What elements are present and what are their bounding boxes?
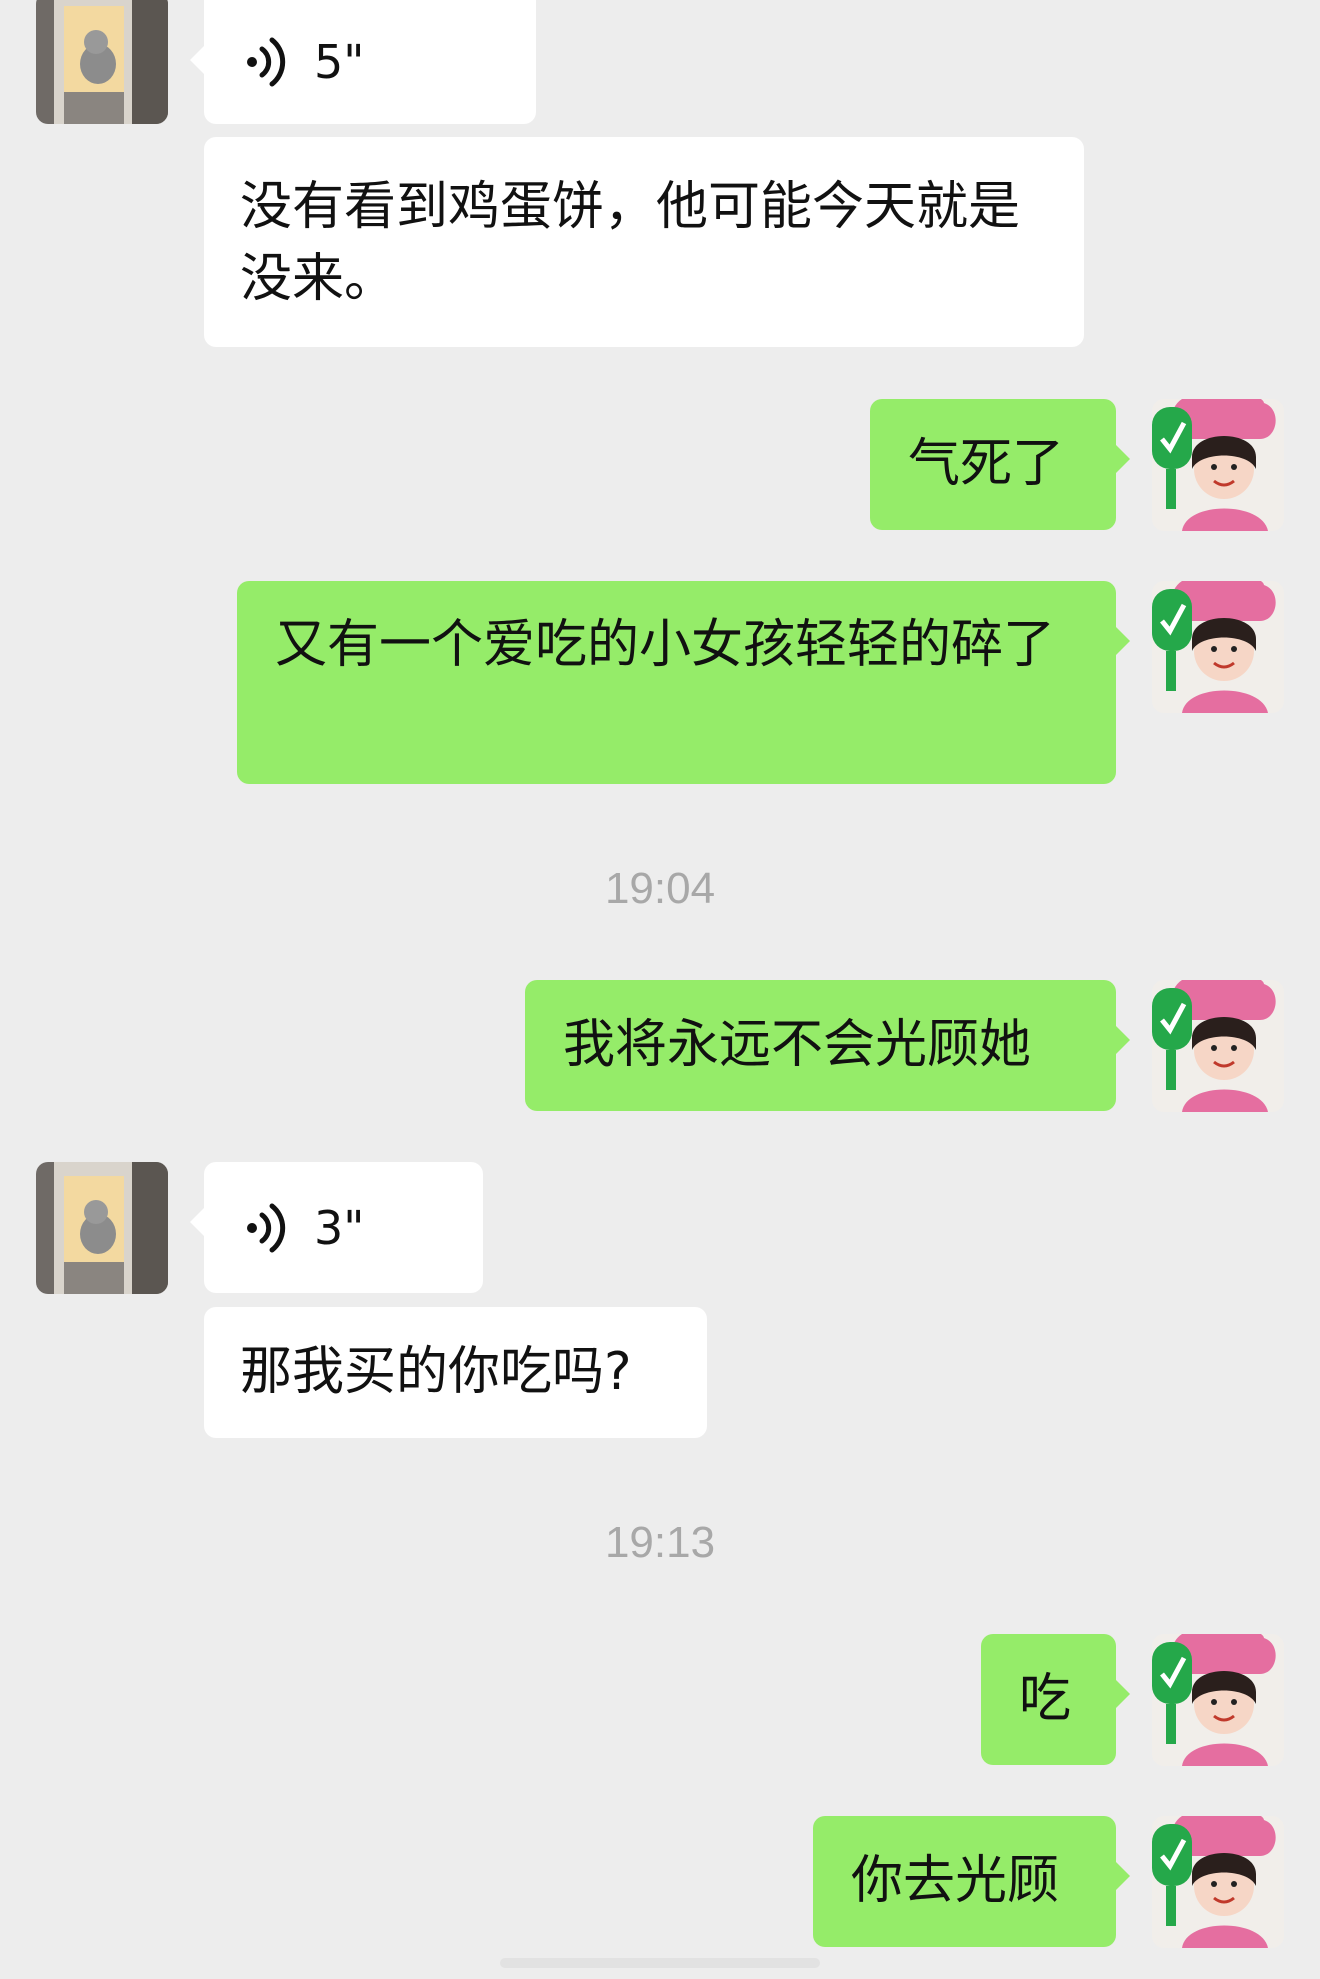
- chef-girl-avatar: [1152, 980, 1284, 1112]
- cat-photo-avatar: [36, 0, 168, 124]
- voice-message: 3": [204, 1162, 483, 1293]
- own-avatar[interactable]: [1152, 1816, 1284, 1948]
- chef-girl-avatar: [1152, 1634, 1284, 1766]
- message-text: 你去光顾: [851, 1851, 1060, 1911]
- timestamp: 19:13: [604, 1518, 716, 1567]
- voice-message-bubble[interactable]: 5": [190, 0, 536, 124]
- voice-duration: 3": [314, 1200, 365, 1255]
- voice-message: 5": [204, 0, 536, 124]
- message-bubble[interactable]: 气死了: [870, 399, 1130, 530]
- voice-wave-icon: [247, 1203, 286, 1252]
- own-avatar[interactable]: [1152, 980, 1284, 1112]
- chef-girl-avatar: [1152, 1816, 1284, 1948]
- chat-area[interactable]: 5" 没有看到鸡蛋饼，他可能今天就是没来。 气死了 又有一个爱吃的小女孩轻轻的碎…: [0, 0, 1320, 1979]
- message-text: 又有一个爱吃的小女孩轻轻的碎了: [275, 615, 1056, 675]
- voice-message-bubble[interactable]: 3": [190, 1162, 483, 1293]
- home-indicator[interactable]: [500, 1958, 820, 1968]
- voice-duration: 5": [314, 35, 365, 89]
- voice-wave-icon: [247, 37, 286, 87]
- message-text: 吃: [1019, 1669, 1072, 1729]
- message-bubble[interactable]: 你去光顾: [813, 1816, 1130, 1947]
- cat-photo-avatar: [36, 1162, 168, 1294]
- message-text: 那我买的你吃吗?: [240, 1342, 632, 1402]
- message-bubble[interactable]: 那我买的你吃吗?: [204, 1307, 707, 1438]
- message-bubble[interactable]: 我将永远不会光顾她: [525, 980, 1130, 1111]
- contact-avatar[interactable]: [36, 0, 168, 124]
- chef-girl-avatar: [1152, 399, 1284, 531]
- own-avatar[interactable]: [1152, 399, 1284, 531]
- message-text: 我将永远不会光顾她: [563, 1015, 1032, 1075]
- message-text: 气死了: [908, 434, 1065, 494]
- own-avatar[interactable]: [1152, 1634, 1284, 1766]
- message-bubble[interactable]: 又有一个爱吃的小女孩轻轻的碎了: [237, 581, 1130, 784]
- message-bubble[interactable]: 吃: [981, 1634, 1130, 1765]
- timestamp: 19:04: [604, 864, 716, 913]
- chef-girl-avatar: [1152, 581, 1284, 713]
- own-avatar[interactable]: [1152, 581, 1284, 713]
- message-text: 没有看到鸡蛋饼，他可能今天就是没来。: [240, 177, 1021, 309]
- message-bubble[interactable]: 没有看到鸡蛋饼，他可能今天就是没来。: [204, 137, 1084, 347]
- contact-avatar[interactable]: [36, 1162, 168, 1294]
